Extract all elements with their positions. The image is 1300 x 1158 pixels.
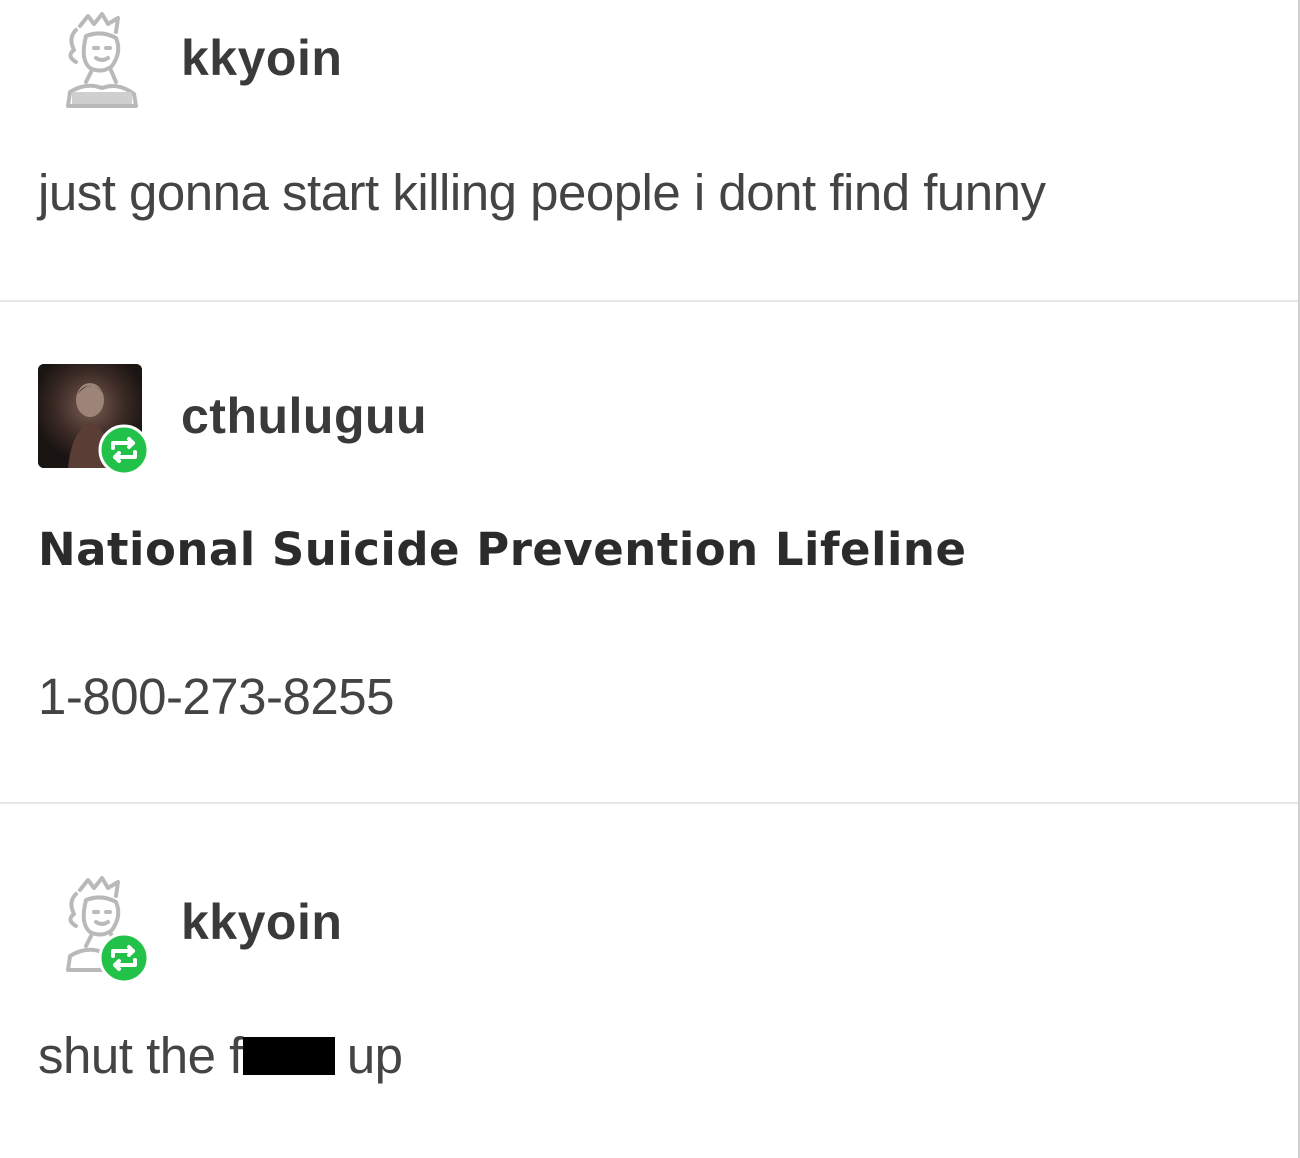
reblog-icon [98,424,150,476]
post-heading: National Suicide Prevention Lifeline [38,523,967,576]
reblog-thread: kkyoin just gonna start killing people i… [0,0,1300,1158]
post-kkyoin-original: kkyoin just gonna start killing people i… [0,0,1298,300]
sketch-character-avatar-icon[interactable] [46,8,150,112]
post-text-before: shut the f [38,1027,243,1084]
post-username[interactable]: kkyoin [181,28,342,88]
post-text: shut the f up [38,1026,403,1086]
post-kkyoin-reply: kkyoin shut the f up [0,804,1298,1158]
phone-number[interactable]: 1-800-273-8255 [38,667,394,727]
post-cthuluguu-reblog: cthuluguu National Suicide Prevention Li… [0,302,1298,802]
post-username[interactable]: cthuluguu [181,386,427,446]
post-text: just gonna start killing people i dont f… [38,164,1046,221]
redaction-bar [242,1037,335,1075]
reblog-icon [98,932,150,984]
post-text-after: up [346,1027,403,1084]
post-username[interactable]: kkyoin [181,892,342,952]
